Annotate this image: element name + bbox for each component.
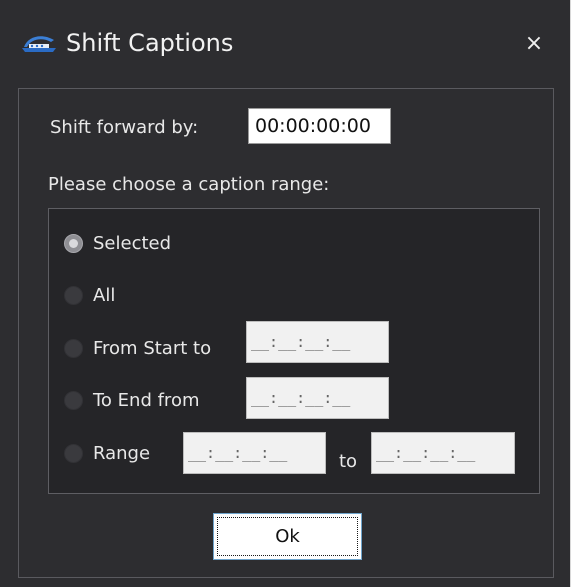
radio-range-label: Range (93, 443, 151, 464)
radio-selected-label: Selected (93, 233, 172, 254)
radio-to-end-label: To End from (93, 390, 200, 411)
range-to-time-input[interactable] (371, 432, 515, 474)
radio-all-label: All (93, 285, 116, 306)
dialog-title: Shift Captions (66, 29, 234, 57)
ok-button-label: Ok (275, 526, 300, 547)
shift-captions-dialog: Shift Captions × Shift forward by: Pleas… (0, 0, 571, 587)
radio-all[interactable] (64, 286, 83, 305)
close-icon[interactable]: × (518, 28, 550, 60)
app-logo-icon (22, 36, 56, 52)
shift-forward-input[interactable] (248, 108, 391, 144)
range-from-time-input[interactable] (183, 432, 326, 474)
radio-range[interactable] (64, 444, 83, 463)
radio-to-end[interactable] (64, 391, 83, 410)
range-to-label: to (339, 451, 358, 472)
caption-range-prompt: Please choose a caption range: (48, 174, 330, 195)
radio-from-start[interactable] (64, 339, 83, 358)
from-start-time-input[interactable] (246, 321, 389, 363)
to-end-time-input[interactable] (246, 377, 389, 419)
radio-selected[interactable] (64, 234, 83, 253)
ok-button[interactable]: Ok (213, 513, 362, 560)
radio-from-start-label: From Start to (93, 338, 212, 359)
shift-forward-label: Shift forward by: (50, 117, 199, 138)
title-bar[interactable]: Shift Captions × (0, 0, 570, 78)
